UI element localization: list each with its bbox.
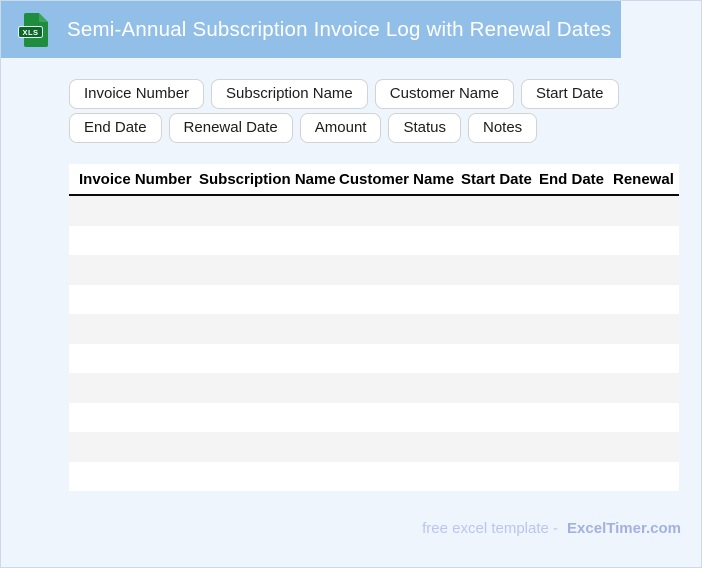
xls-file-icon: XLS xyxy=(18,12,48,47)
footer-tagline: free excel template - xyxy=(422,520,559,537)
table-row xyxy=(69,314,679,344)
invoice-log-table-container: Invoice Number Subscription Name Customer … xyxy=(69,164,679,491)
title-banner: XLS Semi-Annual Subscription Invoice Log… xyxy=(1,1,621,58)
column-chip[interactable]: Renewal Date xyxy=(168,113,293,143)
column-chip[interactable]: Subscription Name xyxy=(211,79,368,109)
table-header-cell: Customer Name xyxy=(339,164,461,196)
table-row xyxy=(69,343,679,373)
footer: free excel template - ExcelTimer.com xyxy=(422,520,681,537)
table-row xyxy=(69,373,679,403)
table-body xyxy=(69,195,679,491)
table-header-cell: Subscription Name xyxy=(199,164,339,196)
column-chip[interactable]: End Date xyxy=(69,113,162,143)
table-row xyxy=(69,225,679,255)
invoice-log-table: Invoice Number Subscription Name Customer … xyxy=(69,164,679,491)
empty-row-cell xyxy=(69,461,679,491)
empty-row-cell xyxy=(69,432,679,462)
page-title: Semi-Annual Subscription Invoice Log wit… xyxy=(67,17,612,41)
empty-row-cell xyxy=(69,402,679,432)
table-header-cell: Start Date xyxy=(461,164,539,196)
table-header-row: Invoice Number Subscription Name Customer … xyxy=(69,164,679,196)
table-row xyxy=(69,432,679,462)
footer-brand-link[interactable]: ExcelTimer.com xyxy=(567,520,681,537)
empty-row-cell xyxy=(69,284,679,314)
svg-text:XLS: XLS xyxy=(22,28,38,37)
column-chip-list: Invoice Number Subscription Name Customer … xyxy=(69,79,669,143)
empty-row-cell xyxy=(69,373,679,403)
column-chip[interactable]: Status xyxy=(388,113,461,143)
table-row xyxy=(69,195,679,226)
table-header-cell: Renewal Date xyxy=(613,164,679,196)
empty-row-cell xyxy=(69,195,679,226)
table-row xyxy=(69,284,679,314)
empty-row-cell xyxy=(69,314,679,344)
column-chip[interactable]: Start Date xyxy=(520,79,619,109)
empty-row-cell xyxy=(69,343,679,373)
table-row xyxy=(69,461,679,491)
column-chip[interactable]: Customer Name xyxy=(374,79,514,109)
empty-row-cell xyxy=(69,255,679,285)
column-chip[interactable]: Notes xyxy=(468,113,538,143)
column-chip[interactable]: Invoice Number xyxy=(69,79,205,109)
column-chip[interactable]: Amount xyxy=(299,113,382,143)
table-row xyxy=(69,255,679,285)
table-header-cell: End Date xyxy=(539,164,613,196)
table-header-cell: Invoice Number xyxy=(69,164,199,196)
table-row xyxy=(69,402,679,432)
empty-row-cell xyxy=(69,225,679,255)
